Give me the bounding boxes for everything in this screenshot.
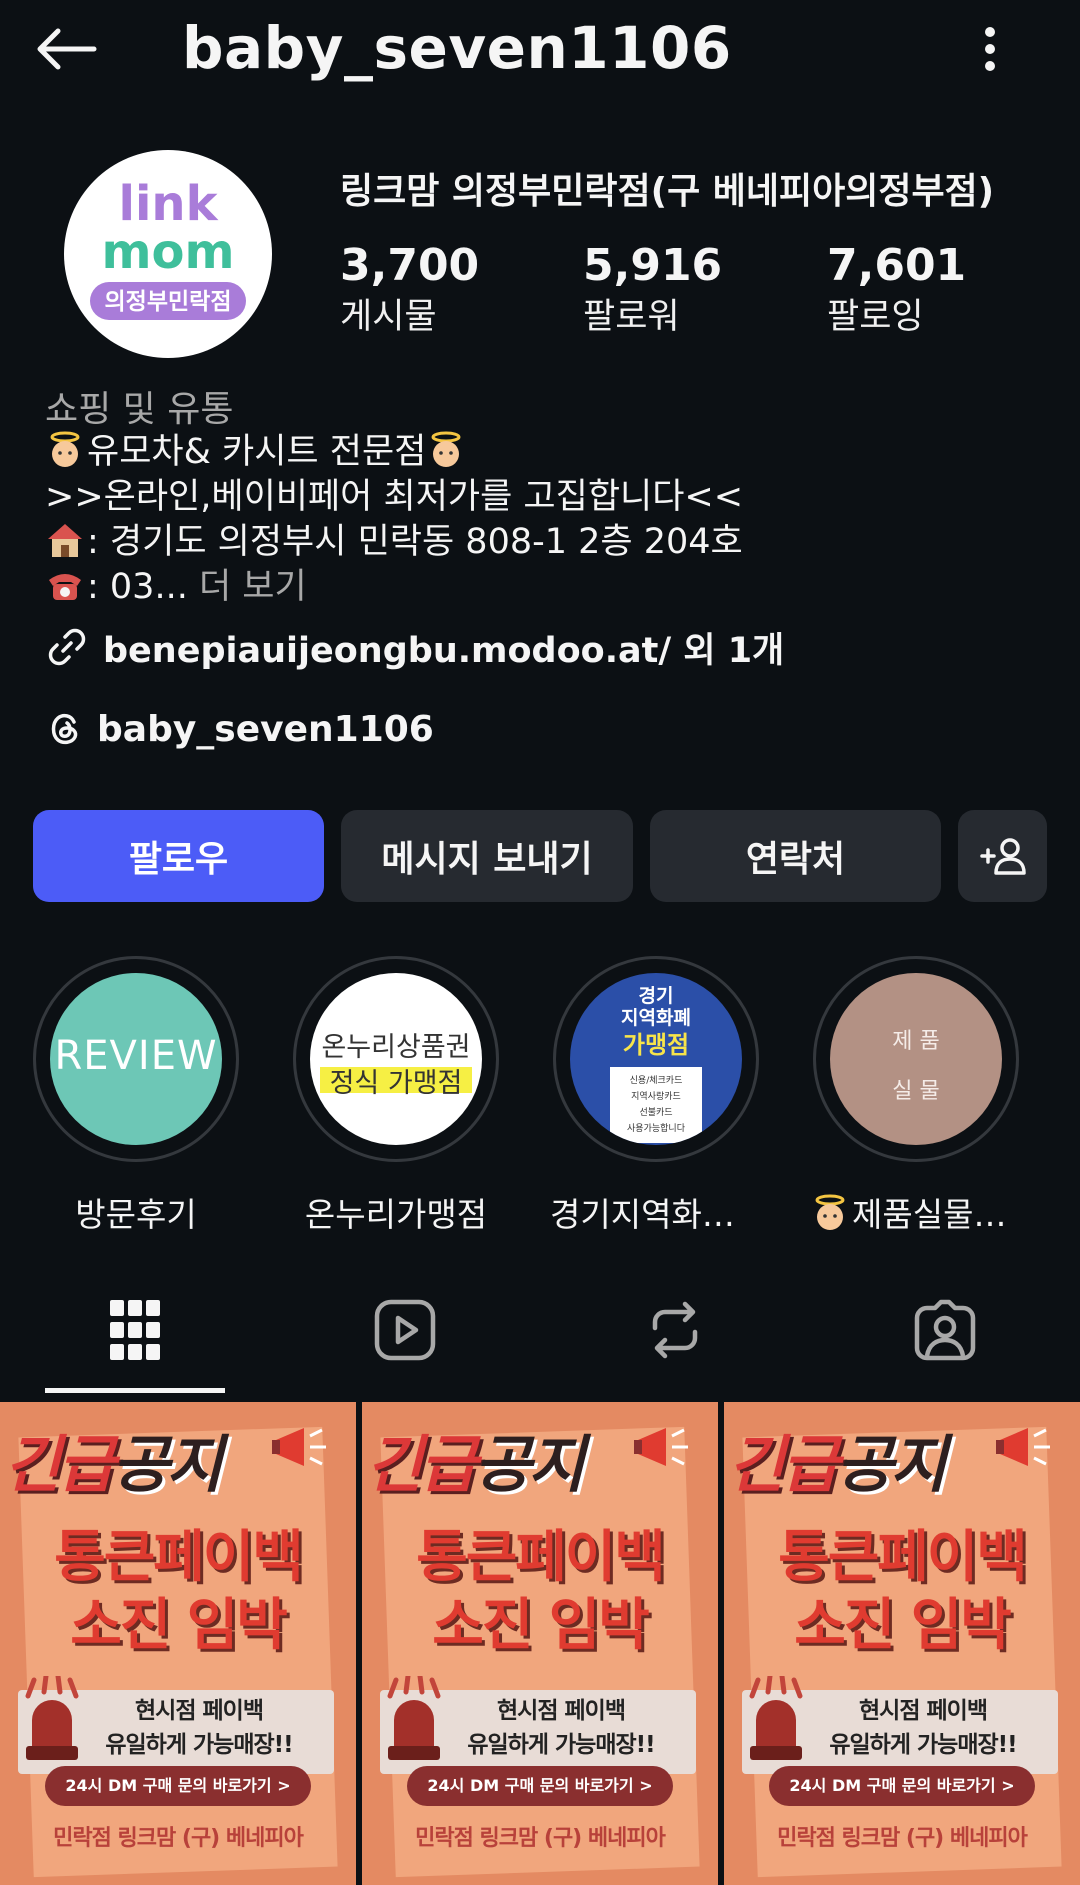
profile-username: baby_seven1106 <box>182 14 732 82</box>
stat-posts-count: 3,700 <box>340 240 480 291</box>
highlight-ring: REVIEW <box>33 956 239 1162</box>
more-options-button[interactable] <box>960 18 1020 80</box>
link-icon <box>48 628 86 666</box>
tagged-icon <box>914 1299 976 1361</box>
baby-angel-emoji-icon <box>50 431 80 467</box>
highlight-ring: 온누리상품권 정식 가맹점 <box>293 956 499 1162</box>
post-dm-pill: 24시 DM 구매 문의 바로가기 > <box>45 1766 311 1806</box>
post-thumbnail[interactable]: 긴급공지 통큰페이백 소진 임박 현시점 페이백 유일하게 가능매장!! 24시 … <box>724 1402 1080 1885</box>
post-box-text: 현시점 페이백 유일하게 가능매장!! <box>829 1698 1017 1758</box>
add-person-icon <box>979 838 1026 875</box>
siren-icon <box>749 1676 803 1760</box>
highlight-ring: 제 품 실 물 <box>813 956 1019 1162</box>
post-dm-pill: 24시 DM 구매 문의 바로가기 > <box>407 1766 673 1806</box>
linkmom-logo: link mom 의정부민락점 <box>90 176 246 320</box>
post-title: 긴급공지 <box>728 1428 947 1501</box>
highlight-label: 온누리가맹점 <box>304 1195 488 1234</box>
stat-posts-label: 게시물 <box>340 297 437 337</box>
grid-icon <box>110 1300 160 1360</box>
tab-reels[interactable] <box>335 1290 475 1370</box>
profile-display-name: 링크맘 의정부민락점(구 베네피아의정부점) <box>340 171 995 212</box>
post-footer: 민락점 링크맘 (구) 베네피아 <box>53 1826 304 1851</box>
stat-followers-count: 5,916 <box>583 240 723 291</box>
highlight-cover: 제 품 실 물 <box>830 973 1002 1145</box>
stat-following[interactable]: 7,601 팔로잉 <box>827 240 966 342</box>
post-title: 긴급공지 <box>4 1428 223 1501</box>
post-footer: 민락점 링크맘 (구) 베네피아 <box>415 1826 666 1851</box>
post-thumbnail[interactable]: 긴급공지 통큰페이백 소진 임박 현시점 페이백 유일하게 가능매장!! 24시 … <box>362 1402 718 1885</box>
reposts-icon <box>652 1301 698 1359</box>
bio-line-1: 유모차& 카시트 전문점 <box>87 432 427 472</box>
profile-link-text: benepiauijeongbu.modoo.at/ 외 1개 <box>103 630 785 671</box>
post-box-text: 현시점 페이백 유일하게 가능매장!! <box>467 1698 655 1758</box>
post-headline: 소진 임박 <box>794 1593 1012 1658</box>
highlight-product-photos[interactable]: 제 품 실 물 제품실물사진... <box>810 956 1022 1236</box>
post-box-text: 현시점 페이백 유일하게 가능매장!! <box>105 1698 293 1758</box>
message-button[interactable]: 메시지 보내기 <box>341 810 633 902</box>
post-title: 긴급공지 <box>366 1428 585 1501</box>
back-button[interactable] <box>30 18 102 80</box>
highlight-onnuri[interactable]: 온누리상품권 정식 가맹점 온누리가맹점 <box>290 956 502 1236</box>
highlight-cover-text: REVIEW <box>54 1033 218 1079</box>
reels-icon <box>374 1299 436 1361</box>
highlight-cover-text: 정식 가맹점 <box>329 1068 463 1099</box>
highlight-review[interactable]: REVIEW 방문후기 <box>30 956 242 1236</box>
siren-icon <box>25 1676 79 1760</box>
bio-line-4: : 03... <box>87 567 188 607</box>
contact-button[interactable]: 연락처 <box>650 810 941 902</box>
stat-followers-label: 팔로워 <box>583 297 680 337</box>
highlight-label: 제품실물사진... <box>810 1188 1022 1236</box>
siren-icon <box>387 1676 441 1760</box>
profile-category: 쇼핑 및 유통 <box>45 389 234 430</box>
stat-following-label: 팔로잉 <box>827 297 924 337</box>
megaphone-icon <box>272 1428 326 1466</box>
post-headline: 소진 임박 <box>432 1593 650 1658</box>
post-thumbnail[interactable]: 긴급공지 통큰페이백 소진 임박 현시점 페이백 유일하게 가능매장!! 24시 … <box>0 1402 356 1885</box>
follow-button[interactable]: 팔로우 <box>33 810 324 902</box>
baby-angel-emoji-icon <box>431 431 461 467</box>
baby-angel-emoji-icon <box>815 1194 845 1230</box>
post-footer: 민락점 링크맘 (구) 베네피아 <box>777 1826 1028 1851</box>
arrow-left-icon <box>37 28 97 70</box>
highlight-label: 경기지역화폐 가... <box>550 1195 762 1234</box>
svg-text:의정부민락점: 의정부민락점 <box>105 289 232 315</box>
megaphone-icon <box>996 1428 1050 1466</box>
profile-avatar[interactable]: link mom 의정부민락점 <box>64 150 272 358</box>
bio-line-3: : 경기도 의정부시 민락동 808-1 2층 204호 <box>87 522 743 562</box>
highlight-label: 방문후기 <box>75 1195 197 1234</box>
house-emoji-icon <box>48 524 82 557</box>
bio-more-link[interactable]: 더 보기 <box>188 567 307 607</box>
profile-link[interactable]: benepiauijeongbu.modoo.at/ 외 1개 <box>45 622 784 672</box>
highlight-ring: 경기 지역화폐 가맹점 신용/체크카드 지역사랑카드 선불카드 사용가능합니다 <box>553 956 759 1162</box>
highlight-label-text: 제품실물사진... <box>852 1195 1022 1234</box>
highlight-cover: REVIEW <box>50 973 222 1145</box>
highlight-cover-text: 온누리상품권 <box>321 1032 471 1063</box>
highlight-gyeonggi-currency[interactable]: 경기 지역화폐 가맹점 신용/체크카드 지역사랑카드 선불카드 사용가능합니다 … <box>550 956 762 1236</box>
stat-posts[interactable]: 3,700 게시물 <box>340 240 479 342</box>
threads-icon <box>51 713 78 745</box>
post-dm-pill: 24시 DM 구매 문의 바로가기 > <box>769 1766 1035 1806</box>
stat-following-count: 7,601 <box>827 240 967 291</box>
suggest-people-button[interactable] <box>958 810 1047 902</box>
bio-line-2: >>온라인,베이비페어 최저가를 고집합니다<< <box>45 477 744 517</box>
highlight-cover: 경기 지역화폐 가맹점 신용/체크카드 지역사랑카드 선불카드 사용가능합니다 <box>570 973 742 1145</box>
stat-followers[interactable]: 5,916 팔로워 <box>583 240 722 342</box>
threads-badge[interactable]: baby_seven1106 <box>45 704 434 754</box>
threads-username: baby_seven1106 <box>97 708 434 750</box>
profile-bio: 유모차& 카시트 전문점 >>온라인,베이비페어 최저가를 고집합니다<< : … <box>45 430 743 610</box>
telephone-emoji-icon <box>49 574 81 600</box>
highlight-cover: 온누리상품권 정식 가맹점 <box>310 973 482 1145</box>
svg-text:mom: mom <box>101 224 234 280</box>
tab-posts-grid[interactable] <box>65 1290 205 1370</box>
tab-reposts[interactable] <box>605 1290 745 1370</box>
post-headline: 소진 임박 <box>70 1593 288 1658</box>
active-tab-indicator <box>45 1388 225 1393</box>
tab-tagged[interactable] <box>875 1290 1015 1370</box>
megaphone-icon <box>634 1428 688 1466</box>
vertical-dots-icon <box>985 27 995 71</box>
